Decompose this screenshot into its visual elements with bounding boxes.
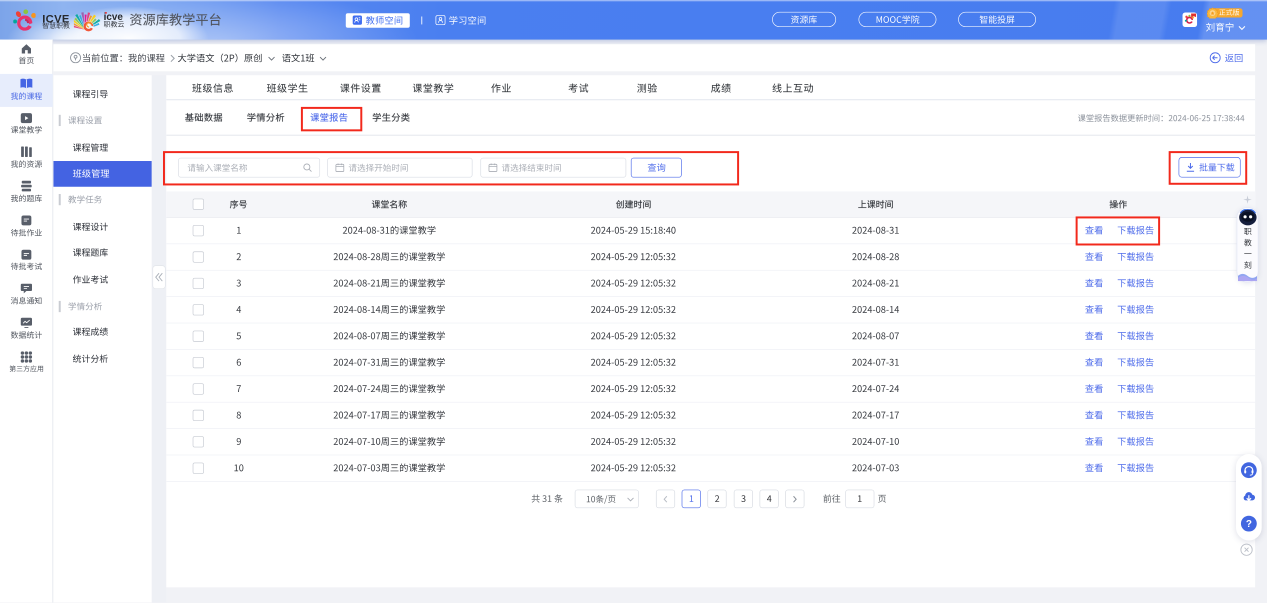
svg-text:?: ?	[1246, 519, 1252, 530]
